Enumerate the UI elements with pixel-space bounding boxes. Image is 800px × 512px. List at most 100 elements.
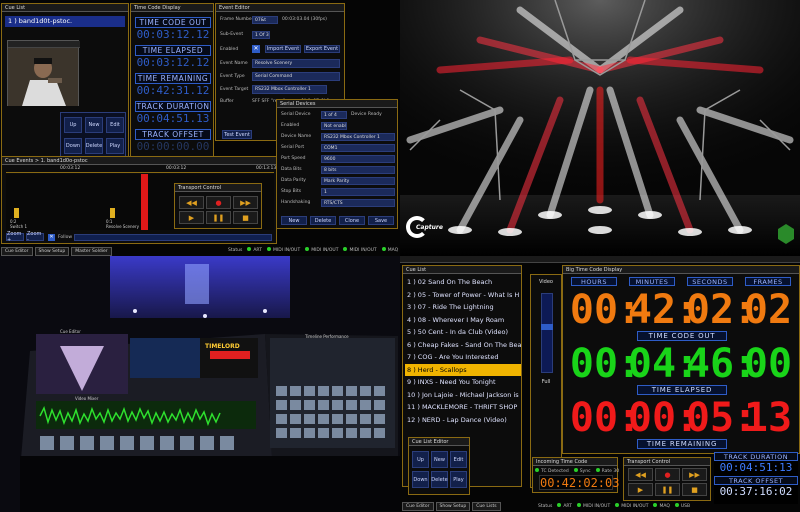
serial-new-button[interactable]: New [281,216,307,225]
cue-list-item[interactable]: 10 ) Jon Lajoie - Michael Jackson is [405,389,521,402]
follow-checkbox[interactable]: ✕ [48,234,55,241]
floor-spot [448,226,472,234]
pause-button[interactable]: ❚❚ [655,483,680,496]
cue-list-item[interactable]: 3 ) 07 - Ride The Lightning [405,301,521,314]
stop-button[interactable]: ■ [233,211,258,224]
cue-list-item[interactable]: 11 ) MACKLEMORE - THRIFT SHOP [405,401,521,414]
tab-cue-lists[interactable]: Cue Lists [472,502,501,511]
play-button[interactable]: ▶ [179,211,204,224]
tc-value-4: 00:00:00.00 [136,140,210,153]
frame-number-field[interactable]: 07&t [252,16,278,24]
floor-spot [728,226,752,234]
serial-clone-button[interactable]: Clone [339,216,365,225]
cue-list-item[interactable]: 6 ) Cheap Fakes - Sand On The Beac [405,339,521,352]
serial-row-field[interactable]: RS232 Mbox Controller 1 [321,133,395,141]
down-button[interactable]: Down [64,138,82,154]
transport-titlebar: Transport Control [624,458,710,466]
video-fader-thumb[interactable] [541,324,553,330]
column-header-hours: HOURS [571,277,617,286]
cue-list-item[interactable]: 2 ) 05 - Tower of Power - What Is H [405,289,521,302]
stop-button[interactable]: ■ [682,483,707,496]
q4-window-titlebar [400,256,800,263]
event-type-field[interactable]: Serial Command [252,72,340,81]
cue-list-item[interactable]: 7 ) COG - Are You Interested [405,351,521,364]
rewind-button[interactable]: ◀◀ [628,468,653,481]
new-button[interactable]: New [85,117,103,133]
delete-button[interactable]: Delete [85,138,103,154]
serial-row-field[interactable]: COM1 [321,144,395,152]
big-digits: 00 [569,395,619,441]
serial-row-field[interactable]: RTS/CTS [321,199,395,207]
cue-list-item[interactable]: 9 ) INXS - Need You Tonight [405,376,521,389]
tab-show-setup[interactable]: Show Setup [34,247,70,256]
cue-list-item[interactable]: 5 ) 50 Cent - In da Club (Video) [405,326,521,339]
console-key [318,428,329,438]
pause-button[interactable]: ❚❚ [206,211,231,224]
cue-list-item[interactable]: 1 ) band1d0t-pstoc. [5,16,125,27]
stop-icon: ■ [242,213,249,222]
new-button[interactable]: New [431,451,448,468]
tab-cue-editor[interactable]: Cue Editor [1,247,33,256]
serial-row-field[interactable]: 8 bits [321,166,395,174]
serial-row-field[interactable]: Mark Parity [321,177,395,185]
enabled-checkbox[interactable]: ✕ [252,45,260,53]
play-button[interactable]: Play [450,471,467,488]
up-button[interactable]: Up [64,117,82,133]
floor-spot [588,226,612,234]
console-key [120,436,134,450]
record-button[interactable]: ● [655,468,680,481]
console-key [360,400,371,410]
incoming-timecode-value: 00:42:02:03 [539,475,620,490]
test-event-button[interactable]: Test Event [222,130,252,139]
event-target-field[interactable]: RS232 Mbox Controller 1 [252,85,327,94]
forward-button[interactable]: ▶▶ [233,196,258,209]
status-item: ART [253,248,262,253]
serial-row-label: Handshaking [281,200,311,205]
serial-row-field[interactable]: 9600 [321,155,395,163]
event-marker-1[interactable] [14,208,19,218]
event-name-field[interactable]: Resolve Scenery [252,59,340,68]
serial-row-field[interactable]: Not enabled [321,122,347,130]
tab-cue-editor[interactable]: Cue Editor [402,502,434,511]
track-info-panel: TRACK DURATION 00:04:51:13 TRACK OFFSET … [714,452,798,504]
cue-list-item[interactable]: 1 ) 02 Sand On The Beach [405,276,521,289]
export-event-button[interactable]: Export Event [304,45,340,53]
tab-show-setup[interactable]: Show Setup [435,502,471,511]
cue-list-item[interactable]: 12 ) NERD - Lap Dance (Video) [405,414,521,427]
timecode-row-label: TIME REMAINING [637,439,727,449]
sub-event-field[interactable]: 1 Of 3 [252,31,270,39]
timeline-ruler: 00:03:12 00:03:12 00:13:13 [6,166,276,173]
zoom-in-button[interactable]: Zoom + [6,231,24,243]
down-button[interactable]: Down [412,471,429,488]
video-fader-track[interactable] [541,293,553,373]
tc-detected-label: TC Detected [541,469,569,474]
serial-row-field[interactable]: 1 [321,188,395,196]
cue-list-item[interactable]: 4 ) 08 - Wherever I May Roam [405,314,521,327]
record-button[interactable]: ● [206,196,231,209]
play-button[interactable]: ▶ [628,483,653,496]
big-digits: 02 [685,287,735,333]
edit-button[interactable]: Edit [106,117,124,133]
cue-list-item[interactable]: 8 ) Herd - Scallops [405,363,521,376]
edit-button[interactable]: Edit [450,451,467,468]
playhead-marker[interactable] [141,174,148,230]
rewind-icon: ◀◀ [635,470,646,479]
console-key [220,436,234,450]
time-code-titlebar: Time Code Display [131,4,213,12]
delete-button[interactable]: Delete [431,471,448,488]
tab-master-soldier[interactable]: Master Soldier [71,247,112,256]
zoom-out-button[interactable]: Zoom - [26,231,44,243]
import-event-button[interactable]: Import Event [265,45,301,53]
serial-row-field[interactable]: 1 of 4 [321,111,347,119]
serial-delete-button[interactable]: Delete [310,216,336,225]
record-icon: ● [664,470,671,479]
serial-save-button[interactable]: Save [368,216,394,225]
event-marker-2[interactable] [110,208,115,218]
event-type-label: Event Type [220,74,245,79]
timeline-scrollbar[interactable] [74,234,272,241]
play-button[interactable]: Play [106,138,124,154]
up-button[interactable]: Up [412,451,429,468]
rewind-button[interactable]: ◀◀ [179,196,204,209]
console-key [346,386,357,396]
forward-button[interactable]: ▶▶ [682,468,707,481]
